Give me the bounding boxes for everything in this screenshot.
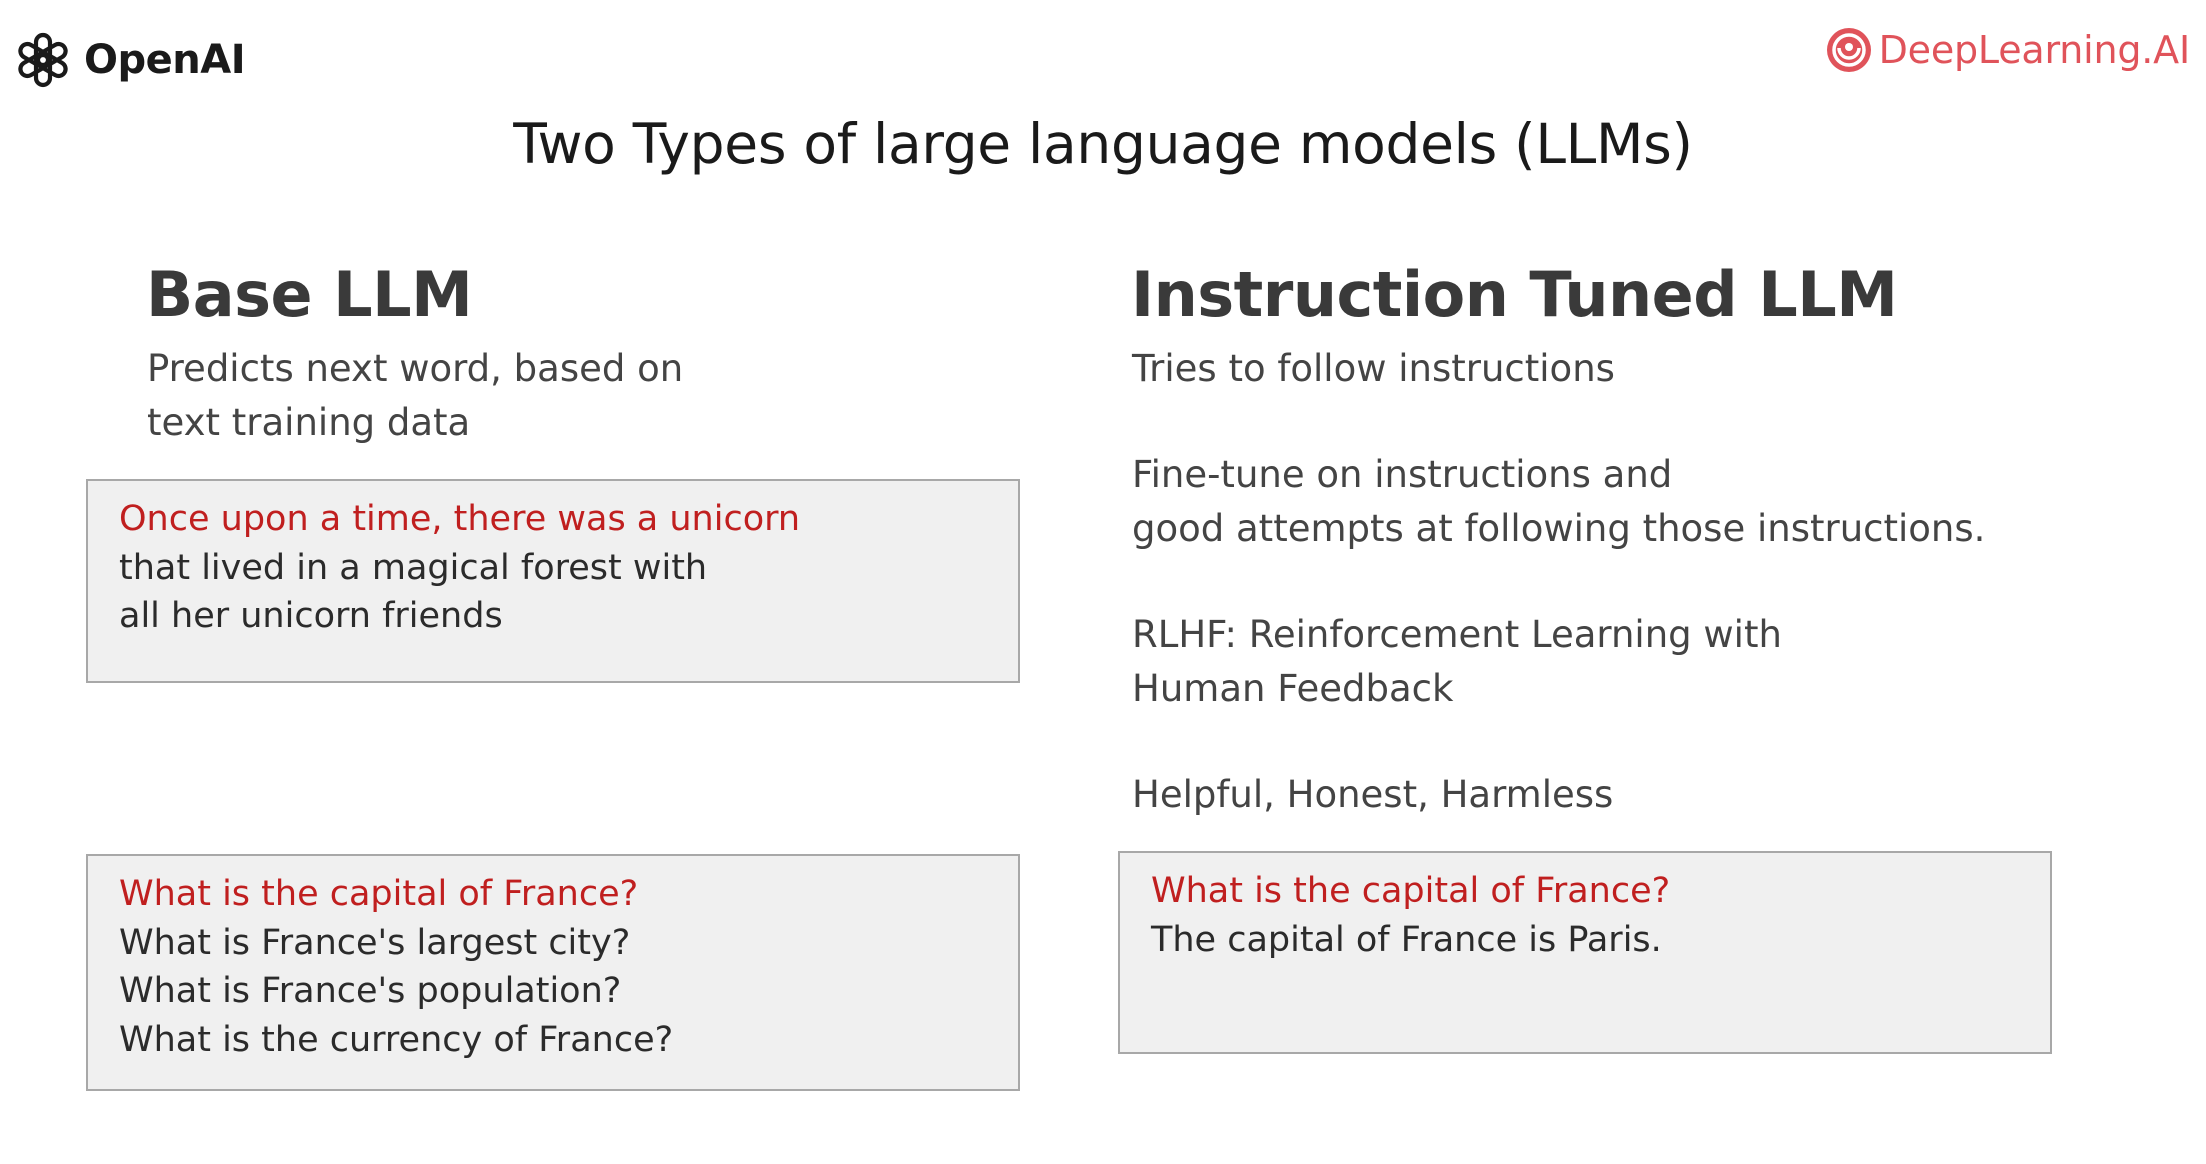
openai-logo: OpenAI (12, 28, 246, 92)
slide-title: Two Types of large language models (LLMs… (513, 112, 1693, 176)
openai-knot-icon (18, 32, 68, 88)
deeplearning-swirl-icon (1826, 28, 1871, 72)
deeplearning-logo-text: DeepLearning.AI (1878, 28, 2191, 72)
example-completion-line: all her unicorn friends (119, 596, 503, 636)
instruction-tuned-france-example: What is the capital of France? The capit… (1118, 851, 2052, 1054)
example-completion-line: What is France's largest city? (119, 922, 631, 963)
example-prompt: What is the capital of France? (119, 874, 639, 914)
instruction-tuned-description: Tries to follow instructions (1132, 342, 1615, 396)
hhh-text: Helpful, Honest, Harmless (1132, 768, 1613, 822)
rlhf-line: Human Feedback (1132, 667, 1454, 710)
base-llm-description: Predicts next word, based on text traini… (147, 342, 683, 450)
instruction-tuned-llm-heading: Instruction Tuned LLM (1131, 258, 1898, 331)
example-completion-line: The capital of France is Paris. (1151, 919, 1662, 960)
base-llm-description-line: Predicts next word, based on (147, 347, 684, 390)
example-completion-line: What is France's population? (119, 971, 622, 1011)
deeplearning-logo: DeepLearning.AI (1825, 22, 2190, 78)
example-prompt: Once upon a time, there was a unicorn (119, 499, 801, 539)
hhh-line: Helpful, Honest, Harmless (1132, 773, 1614, 816)
rlhf-text: RLHF: Reinforcement Learning with Human … (1132, 608, 1782, 716)
finetune-text: Fine-tune on instructions and good attem… (1132, 448, 1985, 556)
finetune-line: good attempts at following those instruc… (1132, 507, 1986, 550)
rlhf-line: RLHF: Reinforcement Learning with (1132, 613, 1782, 656)
example-completion-line: What is the currency of France? (119, 1019, 674, 1060)
instruction-tuned-description-line: Tries to follow instructions (1132, 347, 1615, 390)
openai-logo-text: OpenAI (84, 37, 246, 83)
example-prompt: What is the capital of France? (1151, 871, 1671, 911)
finetune-line: Fine-tune on instructions and (1132, 453, 1673, 496)
base-llm-unicorn-example: Once upon a time, there was a unicorn th… (86, 479, 1020, 683)
base-llm-heading: Base LLM (146, 258, 473, 331)
base-llm-france-example: What is the capital of France? What is F… (86, 854, 1020, 1091)
example-completion-line: that lived in a magical forest with (119, 547, 708, 588)
base-llm-description-line: text training data (147, 401, 471, 444)
